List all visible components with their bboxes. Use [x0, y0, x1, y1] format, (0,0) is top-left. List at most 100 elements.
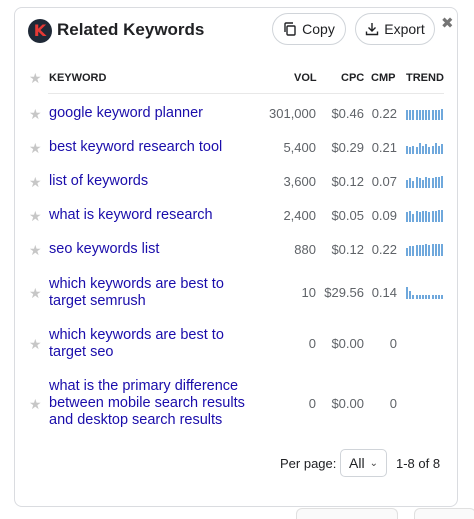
cmp-value: 0 — [389, 396, 397, 411]
trend-sparkline — [406, 244, 444, 256]
export-label: Export — [384, 21, 425, 37]
keyword-link[interactable]: best keyword research tool — [49, 139, 261, 156]
trend-bar — [441, 144, 444, 154]
trend-bar — [406, 180, 408, 188]
keyword-link[interactable]: what is keyword research — [49, 207, 261, 224]
trend-bar — [418, 245, 421, 256]
vol-value: 3,600 — [283, 174, 316, 189]
vol-value: 0 — [308, 336, 316, 351]
column-header-keyword[interactable]: KEYWORD — [49, 72, 106, 84]
background-tab — [296, 508, 398, 519]
close-icon[interactable]: ✖ — [441, 14, 454, 32]
trend-bar — [441, 176, 444, 188]
vol-value: 2,400 — [283, 208, 316, 223]
trend-bar — [425, 110, 428, 120]
star-icon: ★ — [29, 70, 42, 86]
cpc-value: $0.12 — [331, 242, 364, 257]
trend-bar — [422, 110, 424, 120]
trend-bar — [428, 110, 431, 120]
keyword-link[interactable]: what is the primary difference between m… — [49, 378, 261, 429]
trend-bar — [431, 178, 434, 188]
trend-bar — [425, 295, 428, 299]
cpc-value: $0.00 — [331, 336, 364, 351]
trend-bar — [418, 295, 421, 299]
trend-bar — [441, 244, 444, 256]
keyword-link[interactable]: seo keywords list — [49, 241, 261, 258]
star-icon[interactable]: ★ — [29, 208, 42, 225]
keyword-link[interactable]: google keyword planner — [49, 105, 261, 122]
trend-bar — [438, 210, 440, 222]
column-header-cpc[interactable]: CPC — [341, 72, 364, 84]
trend-bar — [434, 177, 437, 188]
vol-value: 301,000 — [269, 106, 316, 121]
star-icon[interactable]: ★ — [29, 336, 42, 353]
cmp-value: 0.22 — [371, 106, 397, 121]
trend-bar — [415, 147, 418, 154]
trend-bar — [422, 245, 424, 256]
logo-letter: K — [33, 21, 47, 40]
trend-bar — [415, 295, 418, 299]
trend-bar — [441, 109, 444, 120]
trend-bar — [418, 143, 421, 154]
column-header-vol[interactable]: VOL — [294, 72, 317, 84]
trend-bar — [425, 244, 428, 256]
copy-button[interactable]: Copy — [272, 13, 346, 45]
trend-bar — [406, 110, 408, 120]
star-icon[interactable]: ★ — [29, 140, 42, 157]
trend-bar — [425, 211, 428, 222]
trend-bar — [438, 110, 440, 120]
keyword-link[interactable]: which keywords are best to target semrus… — [49, 276, 261, 310]
star-icon[interactable]: ★ — [29, 242, 42, 259]
cmp-value: 0.22 — [371, 242, 397, 257]
trend-bar — [412, 246, 415, 256]
star-icon[interactable]: ★ — [29, 106, 42, 123]
trend-bar — [428, 178, 431, 188]
header-divider — [48, 93, 444, 94]
trend-bar — [415, 177, 418, 188]
star-icon[interactable]: ★ — [29, 174, 42, 191]
trend-bar — [409, 178, 412, 188]
cmp-value: 0.21 — [371, 140, 397, 155]
trend-bar — [409, 211, 412, 222]
trend-bar — [441, 210, 444, 222]
trend-bar — [422, 295, 424, 299]
column-header-cmp[interactable]: CMP — [371, 72, 395, 84]
per-page-label: Per page: — [280, 456, 337, 471]
download-icon — [366, 23, 379, 36]
cpc-value: $0.00 — [331, 396, 364, 411]
vol-value: 880 — [294, 242, 316, 257]
cpc-value: $0.05 — [331, 208, 364, 223]
trend-bar — [412, 181, 415, 188]
export-button[interactable]: Export — [355, 13, 435, 45]
cpc-value: $0.46 — [331, 106, 364, 121]
per-page-select[interactable]: All ⌄ — [340, 449, 387, 477]
trend-bar — [422, 180, 424, 188]
trend-bar — [418, 110, 421, 120]
trend-bar — [412, 146, 415, 154]
trend-bar — [431, 146, 434, 154]
keyword-link[interactable]: which keywords are best to target seo — [49, 327, 261, 361]
trend-bar — [409, 246, 412, 256]
chevron-down-icon: ⌄ — [369, 457, 378, 469]
trend-bar — [431, 295, 434, 299]
background-tab — [414, 508, 474, 519]
trend-bar — [434, 295, 437, 299]
trend-bar — [406, 146, 408, 154]
star-icon[interactable]: ★ — [29, 285, 42, 302]
vol-value: 10 — [301, 285, 316, 300]
trend-bar — [438, 177, 440, 188]
trend-bar — [415, 245, 418, 256]
trend-bar — [428, 245, 431, 256]
cmp-value: 0 — [389, 336, 397, 351]
trend-sparkline — [406, 210, 444, 222]
panel-title: Related Keywords — [57, 20, 205, 39]
keyword-link[interactable]: list of keywords — [49, 173, 261, 190]
trend-bar — [418, 212, 421, 222]
cpc-value: $0.29 — [331, 140, 364, 155]
cmp-value: 0.09 — [371, 208, 397, 223]
star-icon[interactable]: ★ — [29, 396, 42, 413]
trend-sparkline — [406, 108, 444, 120]
trend-bar — [415, 110, 418, 120]
trend-bar — [434, 211, 437, 222]
trend-bar — [434, 143, 437, 154]
